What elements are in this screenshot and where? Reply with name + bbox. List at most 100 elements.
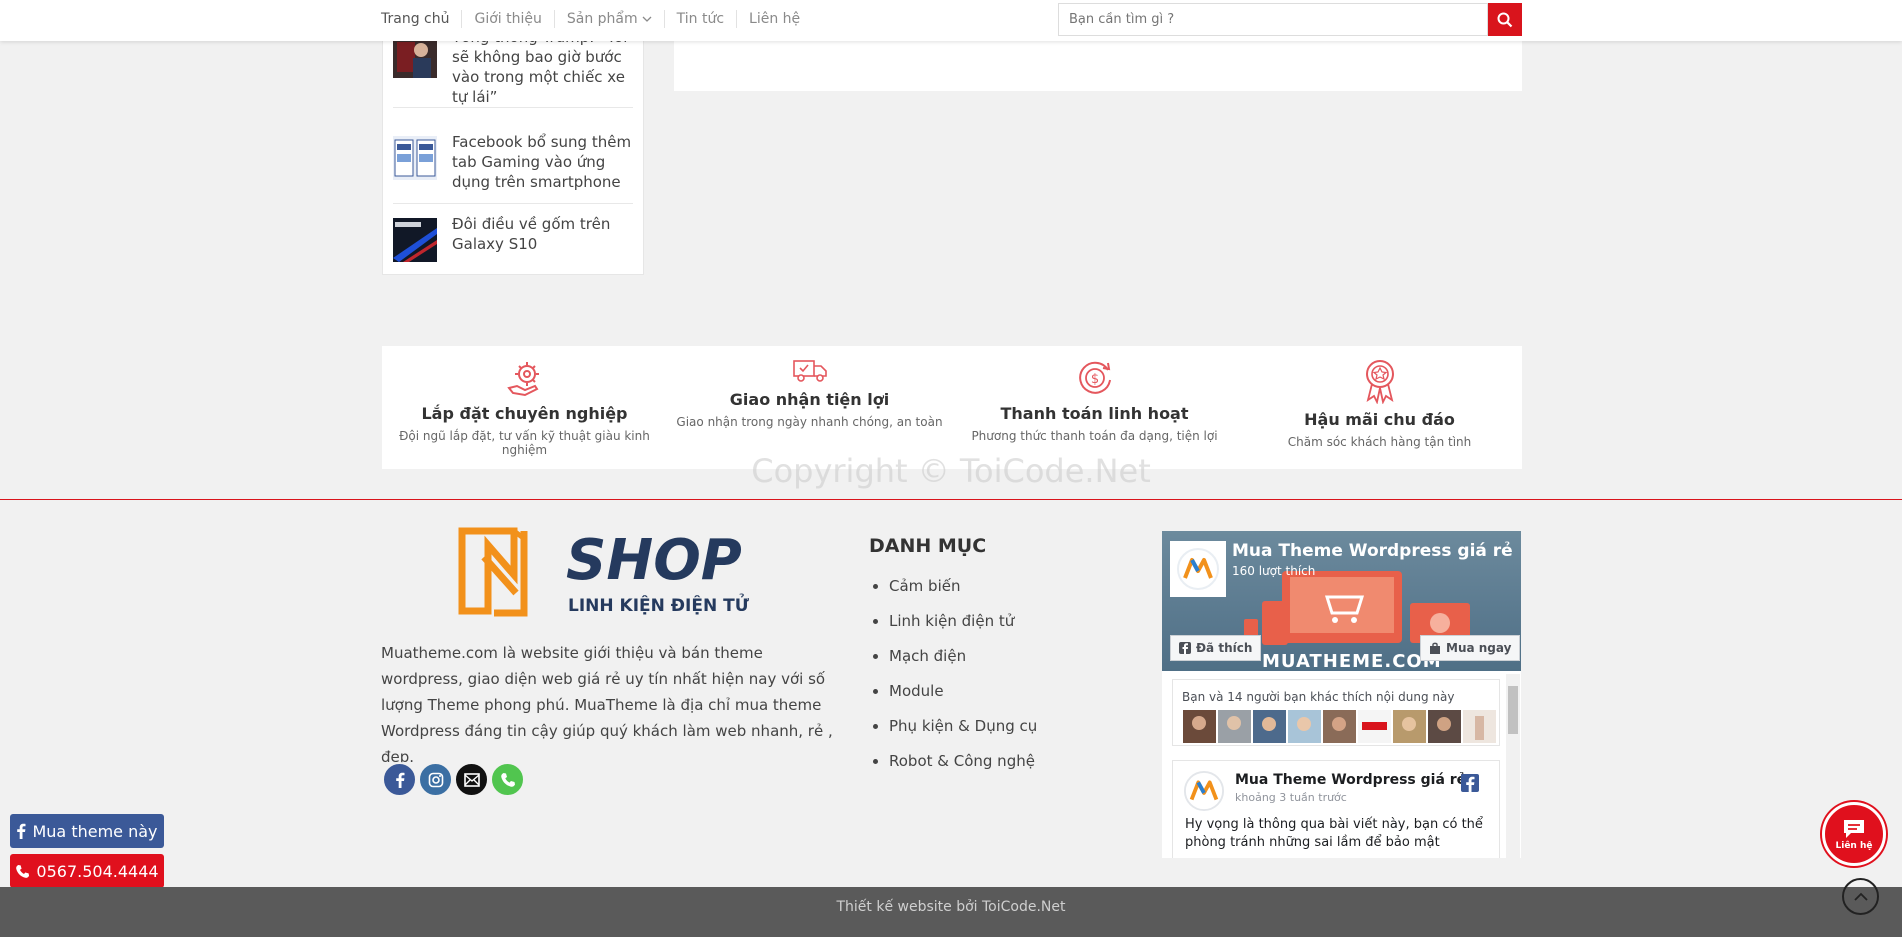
fb-liked-button[interactable]: Đã thích bbox=[1170, 635, 1262, 661]
logo-word: SHOP bbox=[566, 528, 742, 593]
scrollbar-thumb[interactable] bbox=[1508, 686, 1518, 734]
post-title[interactable]: Đôi điều về gốm trên Galaxy S10 bbox=[452, 214, 633, 270]
dollar-cycle-icon: $ bbox=[1078, 361, 1111, 394]
feature-desc: Chăm sóc khách hàng tận tình bbox=[1287, 435, 1472, 449]
about-text: Muatheme.com là website giới thiệu và bá… bbox=[381, 644, 833, 766]
nav-item-contact[interactable]: Liên hệ bbox=[736, 10, 812, 28]
nav-item-news[interactable]: Tin tức bbox=[663, 10, 736, 28]
search-box bbox=[1058, 3, 1522, 36]
phone-icon bbox=[500, 772, 515, 787]
avatar[interactable] bbox=[1358, 710, 1391, 743]
features-strip: Lắp đặt chuyên nghiệp Đội ngũ lắp đặt, t… bbox=[382, 346, 1522, 469]
fb-page-name[interactable]: Mua Theme Wordpress giá rẻ bbox=[1232, 541, 1513, 561]
chat-bubble-icon bbox=[1844, 819, 1864, 838]
feature-title: Thanh toán linh hoạt bbox=[1000, 404, 1189, 423]
recent-post-item[interactable]: Facebook bổ sung thêm tab Gaming vào ứng… bbox=[393, 132, 633, 204]
chevron-down-icon bbox=[642, 16, 652, 22]
nav-item-home[interactable]: Trang chủ bbox=[381, 10, 461, 28]
buy-theme-button[interactable]: Mua theme này bbox=[10, 814, 164, 848]
truck-icon bbox=[792, 360, 827, 382]
nav-label: Liên hệ bbox=[749, 11, 801, 27]
footer-divider bbox=[0, 499, 1902, 500]
category-link[interactable]: Module bbox=[889, 674, 1037, 709]
post-thumbnail bbox=[393, 136, 437, 180]
feature-install: Lắp đặt chuyên nghiệp Đội ngũ lắp đặt, t… bbox=[382, 358, 667, 457]
nav-item-products[interactable]: Sản phẩm bbox=[553, 10, 664, 28]
fb-post-time[interactable]: khoảng 3 tuần trước bbox=[1235, 791, 1347, 804]
category-link[interactable]: Mạch điện bbox=[889, 639, 1037, 674]
feature-aftercare: Hậu mãi chu đáo Chăm sóc khách hàng tận … bbox=[1237, 358, 1522, 449]
muatheme-logo-icon bbox=[1177, 548, 1219, 590]
contact-chat-label: Liên hệ bbox=[1835, 840, 1873, 851]
avatar[interactable] bbox=[1323, 710, 1356, 743]
hotline-button[interactable]: 0567.504.4444 bbox=[10, 854, 164, 888]
muatheme-logo-icon[interactable] bbox=[1183, 770, 1225, 812]
category-link[interactable]: Linh kiện điện tử bbox=[889, 604, 1037, 639]
chevron-up-icon bbox=[1853, 892, 1868, 901]
fb-liked-label: Đã thích bbox=[1196, 641, 1253, 655]
fb-post-card: Mua Theme Wordpress giá rẻ khoảng 3 tuần… bbox=[1172, 760, 1500, 858]
nav-label: Trang chủ bbox=[381, 11, 450, 27]
instagram-icon bbox=[428, 772, 443, 787]
feature-delivery: Giao nhận tiện lợi Giao nhận trong ngày … bbox=[667, 358, 952, 429]
feature-title: Hậu mãi chu đáo bbox=[1304, 410, 1455, 429]
fb-shop-button[interactable]: Mua ngay bbox=[1420, 635, 1521, 661]
friend-avatars bbox=[1183, 710, 1499, 743]
back-to-top-button[interactable] bbox=[1842, 878, 1879, 915]
feature-desc: Phương thức thanh toán đa dạng, tiện lợi bbox=[971, 429, 1218, 443]
social-icons bbox=[382, 762, 525, 797]
avatar[interactable] bbox=[1253, 710, 1286, 743]
feature-payment: $ Thanh toán linh hoạt Phương thức thanh… bbox=[952, 358, 1237, 443]
avatar[interactable] bbox=[1463, 710, 1496, 743]
nav-item-about[interactable]: Giới thiệu bbox=[461, 10, 553, 28]
shop-logo-mark: SHOP LINH KIỆN ĐIỆN TỬ bbox=[458, 527, 750, 617]
nav-label: Sản phẩm bbox=[566, 11, 638, 27]
facebook-icon[interactable] bbox=[1461, 774, 1479, 792]
avatar[interactable] bbox=[1288, 710, 1321, 743]
logo-subtitle: LINH KIỆN ĐIỆN TỬ bbox=[568, 592, 750, 616]
email-link[interactable] bbox=[454, 762, 489, 797]
recent-post-item[interactable]: Đôi điều về gốm trên Galaxy S10 bbox=[393, 214, 633, 270]
nav-label: Giới thiệu bbox=[474, 11, 542, 27]
shopping-bag-icon bbox=[1430, 642, 1440, 654]
search-button[interactable] bbox=[1488, 3, 1522, 36]
nav-label: Tin tức bbox=[676, 11, 725, 27]
fb-cover-brand: MUATHEME.COM bbox=[1262, 651, 1442, 672]
contact-chat-button[interactable]: Liên hệ bbox=[1822, 802, 1886, 866]
category-link[interactable]: Robot & Công nghệ bbox=[889, 744, 1037, 779]
recent-posts-widget: Tổng thống Trump: “Tôi sẽ không bao giờ … bbox=[382, 28, 644, 275]
footer-credit: Thiết kế website bởi ToiCode.Net bbox=[836, 899, 1066, 915]
category-menu: DANH MỤC Cảm biến Linh kiện điện tử Mạch… bbox=[869, 535, 1037, 779]
award-ribbon-icon bbox=[1365, 360, 1394, 404]
fb-post-author[interactable]: Mua Theme Wordpress giá rẻ bbox=[1235, 772, 1466, 788]
instagram-link[interactable] bbox=[418, 762, 453, 797]
fb-friends-box: Bạn và 14 người bạn khác thích nội dung … bbox=[1172, 679, 1500, 746]
category-link[interactable]: Phụ kiện & Dụng cụ bbox=[889, 709, 1037, 744]
fb-post-body: Hy vọng là thông qua bài viết này, bạn c… bbox=[1185, 817, 1483, 850]
fb-friends-text: Bạn và 14 người bạn khác thích nội dung … bbox=[1182, 690, 1455, 704]
avatar[interactable] bbox=[1183, 710, 1216, 743]
search-icon bbox=[1497, 12, 1513, 27]
phone-icon bbox=[16, 864, 30, 878]
avatar[interactable] bbox=[1393, 710, 1426, 743]
feature-desc: Giao nhận trong ngày nhanh chóng, an toà… bbox=[676, 415, 943, 429]
fb-scrollbar[interactable] bbox=[1506, 674, 1520, 858]
avatar[interactable] bbox=[1218, 710, 1251, 743]
post-title[interactable]: Facebook bổ sung thêm tab Gaming vào ứng… bbox=[452, 132, 633, 203]
category-link[interactable]: Cảm biến bbox=[889, 569, 1037, 604]
shop-logo[interactable]: SHOP LINH KIỆN ĐIỆN TỬ bbox=[458, 527, 762, 619]
fb-like-count: 160 lượt thích bbox=[1232, 564, 1316, 578]
phone-link[interactable] bbox=[490, 762, 525, 797]
facebook-link[interactable] bbox=[382, 762, 417, 797]
email-icon bbox=[463, 772, 480, 787]
post-thumbnail bbox=[393, 218, 437, 262]
search-input[interactable] bbox=[1058, 3, 1488, 36]
fb-page-avatar[interactable] bbox=[1170, 541, 1226, 597]
footer-bottom-bar: Thiết kế website bởi ToiCode.Net bbox=[0, 887, 1902, 937]
facebook-page-widget: Mua Theme Wordpress giá rẻ 160 lượt thíc… bbox=[1162, 531, 1521, 858]
recent-post-item[interactable]: Tổng thống Trump: “Tôi sẽ không bao giờ … bbox=[393, 28, 633, 108]
site-header: Trang chủ Giới thiệu Sản phẩm Tin tức Li… bbox=[0, 0, 1902, 41]
hotline-label: 0567.504.4444 bbox=[36, 861, 159, 881]
fb-cover[interactable]: Mua Theme Wordpress giá rẻ 160 lượt thíc… bbox=[1162, 531, 1521, 672]
avatar[interactable] bbox=[1428, 710, 1461, 743]
